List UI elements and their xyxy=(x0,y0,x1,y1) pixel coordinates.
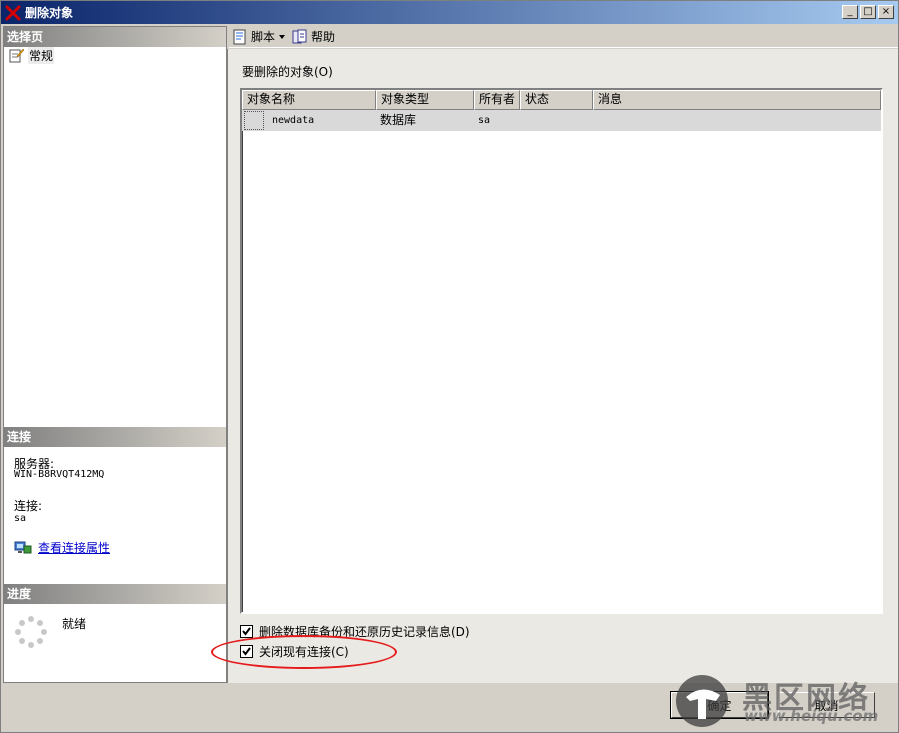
left-panel: 选择页 常规 连接 服务器: WIN-B8RVQT412MQ 连接: sa 查看… xyxy=(3,26,227,683)
help-icon xyxy=(292,29,307,43)
objects-list[interactable]: 对象名称 对象类型 所有者 状态 消息 newdata 数据库 sa xyxy=(240,88,883,614)
ok-button[interactable]: 确定 xyxy=(670,691,769,719)
page-item-general[interactable]: 常规 xyxy=(8,46,55,64)
list-row[interactable]: newdata 数据库 sa xyxy=(242,110,881,131)
progress-header: 进度 xyxy=(4,584,226,604)
script-label: 脚本 xyxy=(251,30,276,44)
list-header: 对象名称 对象类型 所有者 状态 消息 xyxy=(242,90,881,110)
main-content: 要删除的对象(O) 对象名称 对象类型 所有者 状态 消息 newdata 数据… xyxy=(227,49,898,683)
delete-backup-history-checkbox[interactable] xyxy=(240,625,253,638)
close-button[interactable]: × xyxy=(878,5,894,19)
connection-value: sa xyxy=(14,513,27,524)
column-header-object-type[interactable]: 对象类型 xyxy=(376,90,474,110)
cell-object-type: 数据库 xyxy=(380,113,417,127)
title-bar[interactable]: 删除对象 _ □ × xyxy=(1,1,898,24)
progress-status: 就绪 xyxy=(62,617,87,631)
minimize-button[interactable]: _ xyxy=(842,5,858,19)
help-button[interactable]: 帮助 xyxy=(289,27,338,47)
highlight-ellipse xyxy=(211,635,397,669)
column-header-object-name[interactable]: 对象名称 xyxy=(242,90,376,110)
delete-x-icon xyxy=(5,5,21,20)
general-page-icon xyxy=(9,48,24,63)
view-connection-properties-link[interactable]: 查看连接属性 xyxy=(38,539,110,556)
checkmark-icon xyxy=(242,627,251,636)
cell-owner: sa xyxy=(478,115,491,126)
row-selector[interactable] xyxy=(242,110,266,131)
server-value: WIN-B8RVQT412MQ xyxy=(14,469,105,480)
view-connection-properties-row: 查看连接属性 xyxy=(14,539,110,556)
maximize-button[interactable]: □ xyxy=(860,5,876,19)
column-header-owner[interactable]: 所有者 xyxy=(474,90,520,110)
connection-header: 连接 xyxy=(4,427,226,447)
page-item-label: 常规 xyxy=(28,46,55,64)
column-header-message[interactable]: 消息 xyxy=(593,90,881,110)
connection-label: 连接: xyxy=(14,499,43,513)
window-controls: _ □ × xyxy=(842,5,894,19)
chevron-down-icon[interactable] xyxy=(278,33,286,41)
progress-spinner-icon xyxy=(15,616,47,648)
connection-properties-icon xyxy=(14,541,32,553)
toolbar: 脚本 帮助 xyxy=(229,26,898,48)
select-page-header: 选择页 xyxy=(4,27,226,47)
script-icon xyxy=(233,29,246,44)
cell-message xyxy=(593,110,881,131)
script-button[interactable]: 脚本 xyxy=(229,27,289,47)
delete-object-dialog: 删除对象 _ □ × 选择页 常规 连接 服务器: WIN-B8RVQT412M… xyxy=(0,0,899,733)
cell-status xyxy=(520,110,593,131)
cancel-button[interactable]: 取消 xyxy=(778,692,875,718)
cell-object-name: newdata xyxy=(272,115,315,126)
objects-to-delete-label: 要删除的对象(O) xyxy=(242,65,333,79)
help-label: 帮助 xyxy=(311,30,336,44)
column-header-status[interactable]: 状态 xyxy=(520,90,593,110)
window-title: 删除对象 xyxy=(25,6,74,20)
